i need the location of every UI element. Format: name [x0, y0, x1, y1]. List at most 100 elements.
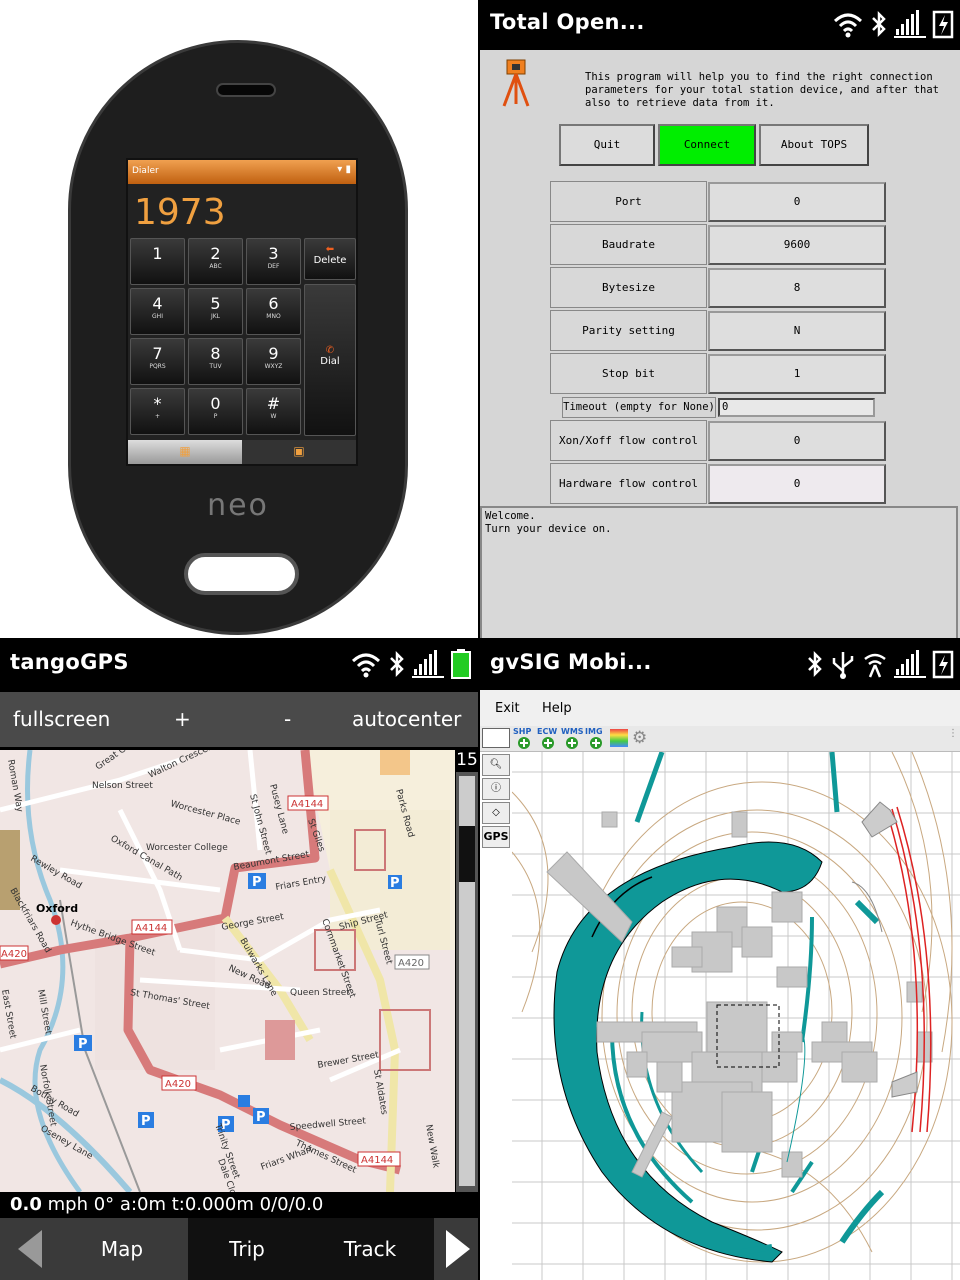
tab-map[interactable]: Map [56, 1218, 188, 1280]
gvsig-window: gvSIG Mobi... Exit Help SHP ECW WMS IMG … [480, 640, 960, 1280]
cube-icon[interactable]: ◇ [482, 802, 510, 824]
bluetooth-icon [808, 650, 822, 678]
status-bar: Total Open... [480, 0, 960, 50]
key-hash[interactable]: # W [246, 388, 301, 435]
dialer-header: Dialer ▾ ▮ [128, 160, 356, 184]
zoom-icon[interactable]: 🔍︎ [482, 754, 510, 776]
autocenter-button[interactable]: autocenter [352, 707, 461, 731]
xonxoff-label: Xon/Xoff flow control [550, 420, 707, 461]
road-shield: A4144 [291, 799, 323, 810]
menu-exit[interactable]: Exit [495, 701, 520, 716]
tab-bar: Map Trip Track [0, 1218, 478, 1280]
stopbit-label: Stop bit [550, 353, 707, 394]
key-star[interactable]: * + [130, 388, 185, 435]
layers-icon[interactable] [482, 728, 510, 748]
key-3[interactable]: 3 DEF [246, 238, 301, 285]
info-icon[interactable]: ⓘ [482, 778, 510, 800]
baudrate-field[interactable]: 9600 [708, 225, 886, 265]
layer-toolbar: SHP ECW WMS IMG ⚙ ⋮ [480, 726, 960, 752]
timeout-field[interactable]: 0 [718, 398, 875, 417]
zoom-in-button[interactable]: + [174, 707, 191, 731]
dialer-screen: Dialer ▾ ▮ 1973 1 2 ABC 3 DEF 4 GHI 5 JKL 6M… [126, 158, 358, 466]
zoom-scrollbar[interactable]: 15 [456, 750, 478, 1192]
road-shield: A420 [398, 958, 424, 969]
stopbit-field[interactable]: 1 [708, 354, 886, 394]
lanyard-hole [184, 553, 299, 595]
add-shp-button[interactable]: SHP [513, 727, 531, 736]
log-area: Welcome. Turn your device on. [480, 506, 958, 640]
delete-button[interactable]: ⬅ Delete [304, 238, 356, 280]
dial-button[interactable]: ✆ Dial [304, 284, 356, 436]
svg-text:P: P [256, 1110, 266, 1125]
connect-button[interactable]: Connect [658, 124, 756, 166]
street-map[interactable]: P P P P P P Oxford Nelson Street Walton … [0, 750, 455, 1192]
bluetooth-icon [390, 650, 404, 678]
key-2[interactable]: 2 ABC [188, 238, 243, 285]
road-shield: A420 [165, 1079, 191, 1090]
contacts-tab-icon[interactable]: ▣ [242, 440, 356, 464]
legend-icon[interactable] [610, 729, 628, 747]
hardware-flow-field[interactable]: 0 [708, 464, 886, 504]
vertical-divider [478, 0, 480, 1280]
key-7[interactable]: 7 PQRS [130, 338, 185, 385]
dialed-number: 1973 [134, 192, 226, 233]
zoom-thumb[interactable] [459, 826, 475, 882]
status-icons: ▾ ▮ [337, 164, 351, 175]
key-6[interactable]: 6 MNO [246, 288, 301, 335]
parity-field[interactable]: N [708, 311, 886, 351]
svg-text:P: P [78, 1037, 88, 1052]
gear-icon[interactable]: ⚙ [632, 728, 647, 748]
key-8[interactable]: 8 TUV [188, 338, 243, 385]
horizontal-divider [0, 638, 960, 640]
speed-unit: mph [47, 1194, 88, 1215]
key-4[interactable]: 4 GHI [130, 288, 185, 335]
map-canvas [511, 751, 960, 1280]
menu-help[interactable]: Help [542, 701, 572, 716]
openmoko-phone-photo: Dialer ▾ ▮ 1973 1 2 ABC 3 DEF 4 GHI 5 JKL 6M… [0, 0, 478, 640]
about-button[interactable]: About TOPS [759, 124, 869, 166]
keypad: 1 2 ABC 3 DEF 4 GHI 5 JKL 6 MNO 7 PQRS 8 TUV 9W… [130, 238, 358, 438]
brand-logo: neo [207, 488, 269, 523]
key-0[interactable]: 0P [188, 388, 243, 435]
bluetooth-icon [872, 10, 886, 38]
menu-bar: Exit Help [480, 690, 960, 726]
status-bar: tangoGPS [0, 640, 478, 690]
wifi-icon [351, 653, 381, 678]
total-station-icon [502, 59, 530, 107]
window-title: Total Open... [490, 10, 645, 34]
bytesize-field[interactable]: 8 [708, 268, 886, 308]
tab-trip[interactable]: Trip [188, 1218, 306, 1280]
fullscreen-button[interactable]: fullscreen [13, 707, 110, 731]
add-img-button[interactable]: IMG [585, 727, 603, 736]
add-layer-plus-icons [518, 737, 602, 749]
intro-text: This program will help you to find the r… [585, 71, 940, 109]
window-title: gvSIG Mobi... [490, 650, 652, 674]
gps-status-line: 0.0 mph 0° a:0m t:0.000m 0/0/0.0 [0, 1192, 478, 1218]
bytesize-label: Bytesize [550, 267, 707, 308]
port-label: Port [550, 181, 707, 222]
battery-charging-icon [932, 10, 954, 39]
add-wms-button[interactable]: WMS [561, 727, 584, 736]
key-5[interactable]: 5 JKL [188, 288, 243, 335]
more-icon[interactable]: ⋮ [948, 728, 958, 739]
window-title: tangoGPS [10, 650, 129, 674]
key-1[interactable]: 1 [130, 238, 185, 285]
signal-icon [894, 10, 926, 38]
xonxoff-field[interactable]: 0 [708, 421, 886, 461]
quit-button[interactable]: Quit [559, 124, 655, 166]
gps-button[interactable]: GPS [482, 826, 510, 848]
next-tab-arrow-icon[interactable] [434, 1218, 478, 1280]
map-view[interactable] [511, 751, 960, 1280]
port-field[interactable]: 0 [708, 182, 886, 222]
key-9[interactable]: 9 WXYZ [246, 338, 301, 385]
place-label-oxford: Oxford [36, 902, 78, 915]
tab-track[interactable]: Track [306, 1218, 434, 1280]
signal-icon [894, 650, 926, 678]
log-line: Turn your device on. [485, 523, 612, 535]
prev-tab-arrow-icon[interactable] [0, 1218, 56, 1280]
zoom-out-button[interactable]: - [284, 707, 291, 731]
svg-text:P: P [390, 876, 400, 891]
add-ecw-button[interactable]: ECW [537, 727, 557, 736]
speed-value: 0.0 [10, 1194, 42, 1215]
keypad-tab-icon[interactable]: ▦ [128, 440, 242, 464]
